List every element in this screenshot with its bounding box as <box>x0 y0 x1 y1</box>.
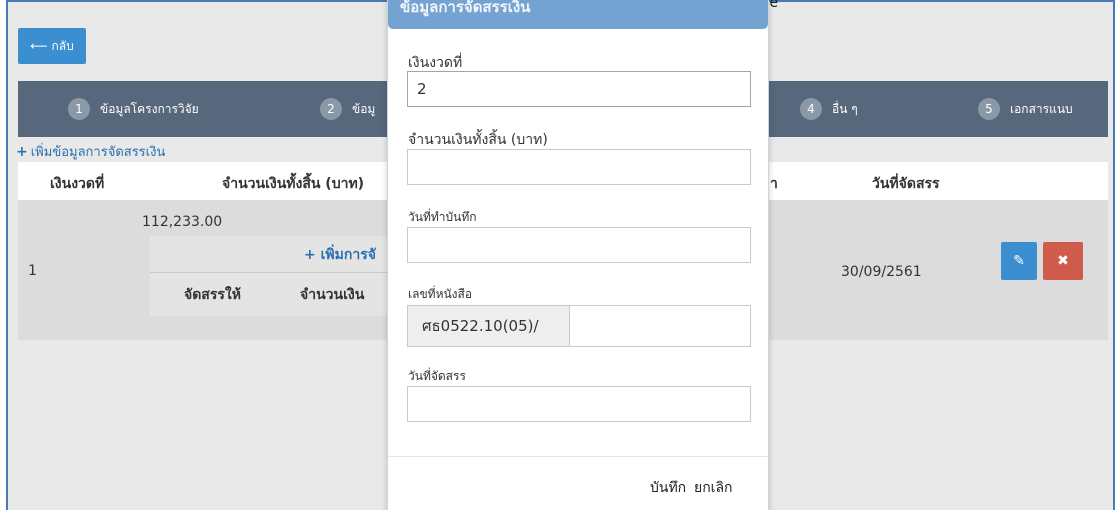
record-date-input[interactable] <box>407 227 751 263</box>
close-icon: ✖ <box>1057 253 1069 269</box>
alloc-date-cell: 30/09/2561 <box>841 264 922 280</box>
column-header-installment: เงินงวดที่ <box>50 176 105 192</box>
modal-header: ข้อมูลการจัดสรรเงิน <box>388 0 768 29</box>
step-number: 4 <box>800 98 822 120</box>
alloc-date-input[interactable] <box>407 386 751 422</box>
sub-add-label: เพิ่มการจั <box>320 247 376 263</box>
arrow-left-icon: ⟵ <box>30 39 48 53</box>
pencil-icon: ✎ <box>1013 253 1025 269</box>
sub-header-amount: จำนวนเงิน <box>300 287 365 303</box>
plus-icon: + <box>16 143 28 160</box>
sub-add-link[interactable]: + เพิ่มการจั <box>304 244 376 266</box>
document-number-group: ศธ0522.10(05)/ <box>407 305 751 347</box>
total-amount-input[interactable] <box>407 149 751 185</box>
installment-input[interactable]: 2 <box>407 71 751 107</box>
installment-cell: 1 <box>28 263 37 279</box>
add-allocation-label: เพิ่มข้อมูลการจัดสรรเงิน <box>30 145 166 160</box>
alloc-date-label: วันที่จัดสรร <box>408 369 466 383</box>
sub-allocation-table: + เพิ่มการจั จัดสรรให้ จำนวนเงิน <box>150 236 400 316</box>
step-1[interactable]: 1 ข้อมูลโครงการวิจัย <box>68 95 199 123</box>
add-allocation-link[interactable]: + เพิ่มข้อมูลการจัดสรรเงิน <box>16 141 165 162</box>
step-number: 2 <box>320 98 342 120</box>
allocation-modal: ข้อมูลการจัดสรรเงิน เงินงวดที่ 2 จำนวนเง… <box>387 0 769 510</box>
step-number: 5 <box>978 98 1000 120</box>
column-header-total: จำนวนเงินทั้งสิ้น (บาท) <box>222 176 365 192</box>
back-button[interactable]: ⟵ กลับ <box>18 28 86 64</box>
step-label: เอกสารแนบ <box>1010 101 1073 116</box>
step-5[interactable]: 5 เอกสารแนบ <box>978 95 1073 123</box>
back-button-label: กลับ <box>51 38 74 53</box>
step-label: ข้อมูลโครงการวิจัย <box>100 101 199 116</box>
save-button[interactable]: บันทึก <box>650 477 686 499</box>
amount-cell: 112,233.00 <box>142 214 223 230</box>
document-number-prefix: ศธ0522.10(05)/ <box>408 306 570 346</box>
cancel-button[interactable]: ยกเลิก <box>694 477 733 499</box>
total-amount-label: จำนวนเงินทั้งสิ้น (บาท) <box>408 132 548 148</box>
step-2[interactable]: 2 ข้อมู <box>320 95 375 123</box>
delete-button[interactable]: ✖ <box>1043 242 1083 280</box>
column-header-partial: า <box>770 176 778 192</box>
sub-header-allocate-to: จัดสรรให้ <box>184 287 241 303</box>
column-header-alloc-date: วันที่จัดสรร <box>872 176 940 192</box>
step-number: 1 <box>68 98 90 120</box>
document-number-input[interactable] <box>570 306 750 346</box>
document-number-label: เลขที่หนังสือ <box>408 287 473 301</box>
step-4[interactable]: 4 อื่น ๆ <box>800 95 858 123</box>
step-label: ข้อมู <box>352 101 376 116</box>
step-label: อื่น ๆ <box>832 101 858 116</box>
record-date-label: วันที่ทำบันทึก <box>408 210 477 224</box>
edit-button[interactable]: ✎ <box>1001 242 1037 280</box>
modal-footer: บันทึก ยกเลิก <box>388 456 768 510</box>
divider <box>150 272 400 273</box>
modal-title: ข้อมูลการจัดสรรเงิน <box>400 0 531 16</box>
